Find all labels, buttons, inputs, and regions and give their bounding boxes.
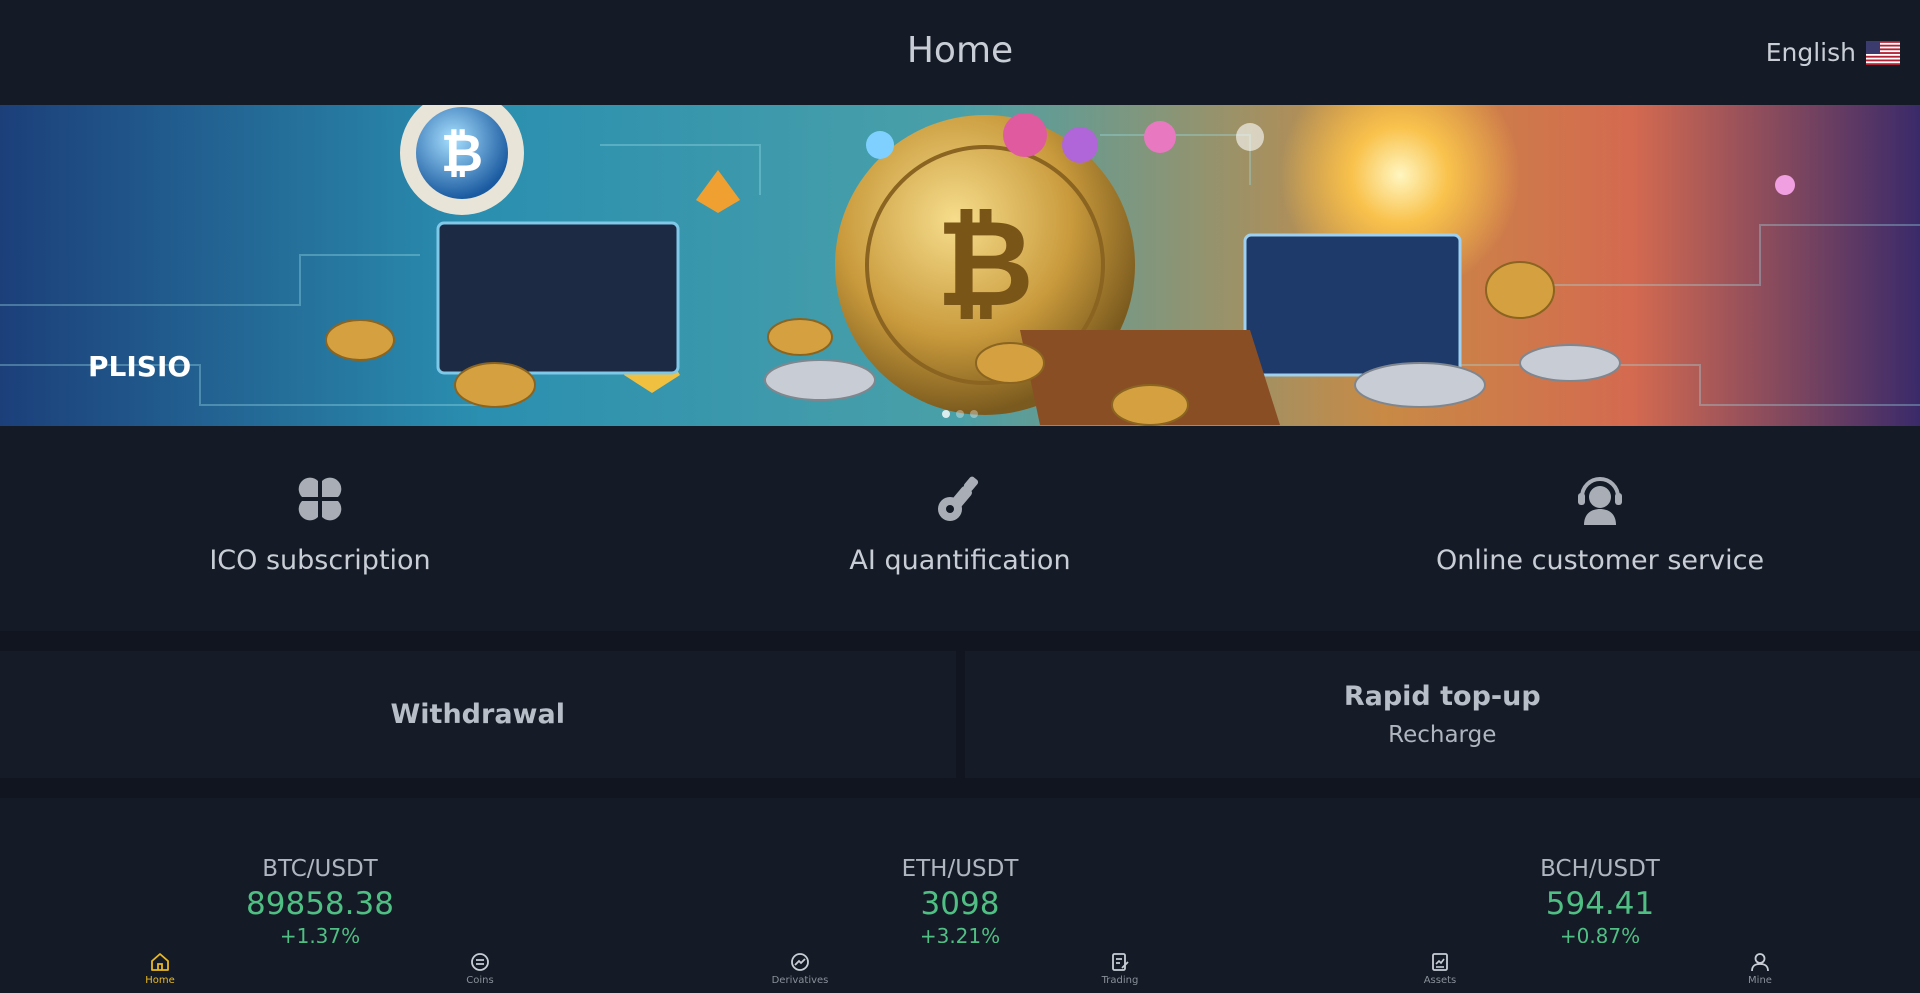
ticker-price: 3098: [920, 886, 1000, 922]
home-icon: [151, 953, 169, 971]
ticker-eth[interactable]: ETH/USDT 3098 +3.21%: [640, 798, 1280, 943]
assets-icon: [1432, 953, 1448, 971]
ticker-pair: BCH/USDT: [1540, 856, 1660, 882]
ticker-pair: ETH/USDT: [901, 856, 1019, 882]
nav-label: Home: [145, 975, 175, 986]
ticker-btc[interactable]: BTC/USDT 89858.38 +1.37%: [0, 798, 640, 943]
top-header: Home English: [0, 0, 1920, 105]
ticker-change: +0.87%: [1559, 924, 1641, 943]
trading-icon: [1112, 953, 1129, 971]
nav-label: Derivatives: [771, 975, 829, 986]
trend-icon: [791, 953, 809, 971]
ticker-price: 594.41: [1545, 886, 1655, 922]
svg-text:₿: ₿: [441, 124, 483, 184]
ticker-change: +3.21%: [919, 924, 1001, 943]
ticker-pair: BTC/USDT: [262, 856, 378, 882]
quick-link-ai[interactable]: AI quantification: [640, 426, 1280, 631]
coins-icon: [471, 953, 489, 971]
language-selector[interactable]: English: [1766, 38, 1900, 67]
section-divider: [0, 631, 1920, 651]
clover-icon: [298, 477, 342, 521]
page-title: Home: [906, 30, 1014, 71]
nav-label: Assets: [1423, 975, 1457, 986]
nav-label: Mine: [1748, 975, 1772, 986]
banner-logo: PLISIO: [88, 350, 191, 383]
withdraw-title: Withdrawal: [390, 699, 565, 730]
ticker-price: 89858.38: [246, 886, 394, 922]
bottom-navigation: Home Coins Derivatives Trading Assets Mi…: [0, 943, 1920, 993]
withdraw-card[interactable]: Withdrawal: [0, 651, 956, 778]
nav-trading[interactable]: Trading: [960, 943, 1280, 993]
recharge-subtitle: Recharge: [1388, 722, 1497, 748]
nav-coins[interactable]: Coins: [320, 943, 640, 993]
funds-actions: Withdrawal Rapid top-up Recharge: [0, 651, 1920, 778]
recharge-card[interactable]: Rapid top-up Recharge: [964, 651, 1920, 778]
nav-label: Coins: [466, 975, 494, 986]
crypto-collage-image: ₿ ₿ PLISIO: [0, 105, 1920, 426]
banner-dot[interactable]: [942, 410, 950, 418]
headset-agent-icon: [1578, 477, 1622, 525]
recharge-title: Rapid top-up: [1343, 681, 1541, 712]
ticker-bch[interactable]: BCH/USDT 594.41 +0.87%: [1280, 798, 1920, 943]
ticker-change: +1.37%: [279, 924, 361, 943]
market-tickers: BTC/USDT 89858.38 +1.37% ETH/USDT 3098 +…: [0, 798, 1920, 943]
quick-link-label: AI quantification: [849, 545, 1071, 576]
nav-label: Trading: [1101, 975, 1139, 986]
section-divider: [0, 778, 1920, 798]
user-icon: [1751, 953, 1769, 972]
robot-arm-icon: [938, 476, 979, 521]
us-flag-icon: [1866, 40, 1900, 65]
quick-links: ICO subscription AI quantification Onlin…: [0, 426, 1920, 631]
banner-pagination: [0, 410, 1920, 418]
hero-banner[interactable]: ₿ ₿ PLISIO: [0, 105, 1920, 426]
quick-link-support[interactable]: Online customer service: [1280, 426, 1920, 631]
banner-dot[interactable]: [956, 410, 964, 418]
quick-link-ico[interactable]: ICO subscription: [0, 426, 640, 631]
svg-text:₿: ₿: [936, 195, 1034, 334]
quick-link-label: ICO subscription: [209, 545, 431, 576]
quick-link-label: Online customer service: [1435, 545, 1765, 576]
nav-derivatives[interactable]: Derivatives: [640, 943, 960, 993]
nav-assets[interactable]: Assets: [1280, 943, 1600, 993]
language-label: English: [1765, 38, 1856, 67]
banner-dot[interactable]: [970, 410, 978, 418]
nav-home[interactable]: Home: [0, 943, 320, 993]
nav-mine[interactable]: Mine: [1600, 943, 1920, 993]
